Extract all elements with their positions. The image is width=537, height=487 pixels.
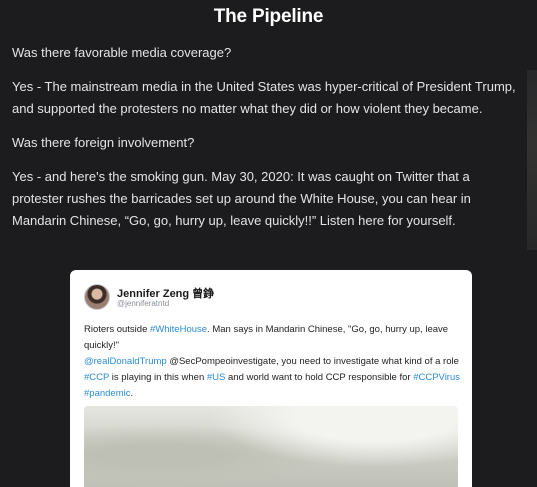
tweet-text-part: @SecPompeoinvestigate, you need to inves… <box>166 356 459 367</box>
avatar[interactable] <box>84 284 110 310</box>
tweet-author-header[interactable]: Jennifer Zeng 曾錚 @jenniferatntd <box>84 284 454 314</box>
tweet-text-part: Rioters outside <box>84 324 151 335</box>
site-title[interactable]: The Pipeline <box>214 6 324 28</box>
app-header: The Pipeline <box>0 0 537 38</box>
article-answer-foreign: Yes - and here's the smoking gun. May 30… <box>12 169 471 228</box>
tweet-video-thumbnail[interactable] <box>84 406 458 487</box>
article-answer-media: Yes - The mainstream media in the United… <box>12 79 516 116</box>
tweet-author-handle[interactable]: @jenniferatntd <box>117 299 169 308</box>
mention-realdonaldtrump-link[interactable]: @realDonaldTrump <box>84 356 167 367</box>
hashtag-us-link[interactable]: #US <box>207 372 225 383</box>
tweet-text-part: . <box>130 388 134 399</box>
side-image-edge <box>527 70 537 250</box>
hashtag-ccpvirus-link[interactable]: #CCPVirus <box>413 372 460 383</box>
hashtag-whitehouse-link[interactable]: #WhiteHouse <box>150 324 207 335</box>
article-question-foreign: Was there foreign involvement? <box>12 135 195 150</box>
tweet-text-part: is playing in this when <box>109 372 207 383</box>
article-question-media: Was there favorable media coverage? <box>12 45 232 60</box>
tweet-text-part: and world want to hold CCP responsible f… <box>225 372 414 383</box>
tweet-text: Rioters outside #WhiteHouse. Man says in… <box>84 322 462 402</box>
hashtag-pandemic-link[interactable]: #pandemic <box>84 388 130 399</box>
embedded-tweet[interactable]: Jennifer Zeng 曾錚 @jenniferatntd Rioters … <box>70 270 472 487</box>
hashtag-ccp-link[interactable]: #CCP <box>84 372 109 383</box>
article-body: Was there favorable media coverage? Yes … <box>12 42 517 244</box>
